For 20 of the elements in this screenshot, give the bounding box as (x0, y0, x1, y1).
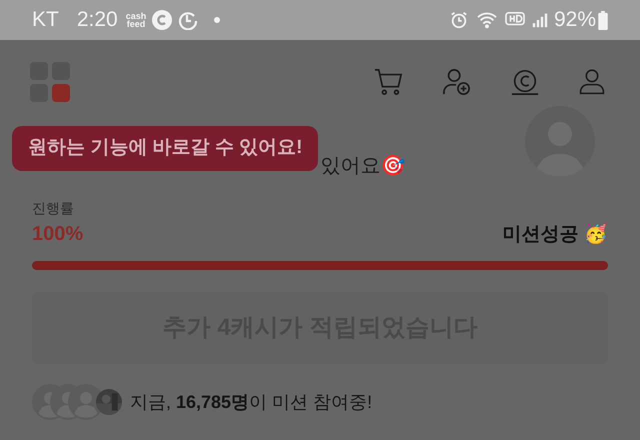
cart-icon[interactable] (374, 68, 404, 96)
signal-icon (532, 11, 548, 29)
alarm-icon (450, 11, 468, 29)
profile-icon[interactable] (578, 68, 606, 96)
participants-text: 지금, 16,785명이 미션 참여중! (130, 390, 372, 414)
refresh-clock-icon (178, 10, 198, 30)
progress-percent: 100% (32, 222, 84, 247)
app-logo: cash feed (126, 12, 146, 28)
tooltip: 원하는 기능에 바로갈 수 있어요! (12, 126, 318, 170)
mission-status: 미션성공 🥳 (502, 222, 608, 246)
battery-icon (598, 10, 608, 30)
subtitle: 있어요🎯 (320, 154, 406, 178)
coin-icon[interactable] (510, 68, 540, 96)
add-friend-icon[interactable] (442, 68, 472, 96)
clock: 2:20 (76, 7, 118, 34)
carrier: KT (32, 7, 59, 34)
wifi-icon (476, 11, 498, 29)
progress-label: 진행률 (32, 199, 75, 218)
battery-percent: 92% (554, 7, 596, 34)
coin-icon (152, 10, 172, 30)
